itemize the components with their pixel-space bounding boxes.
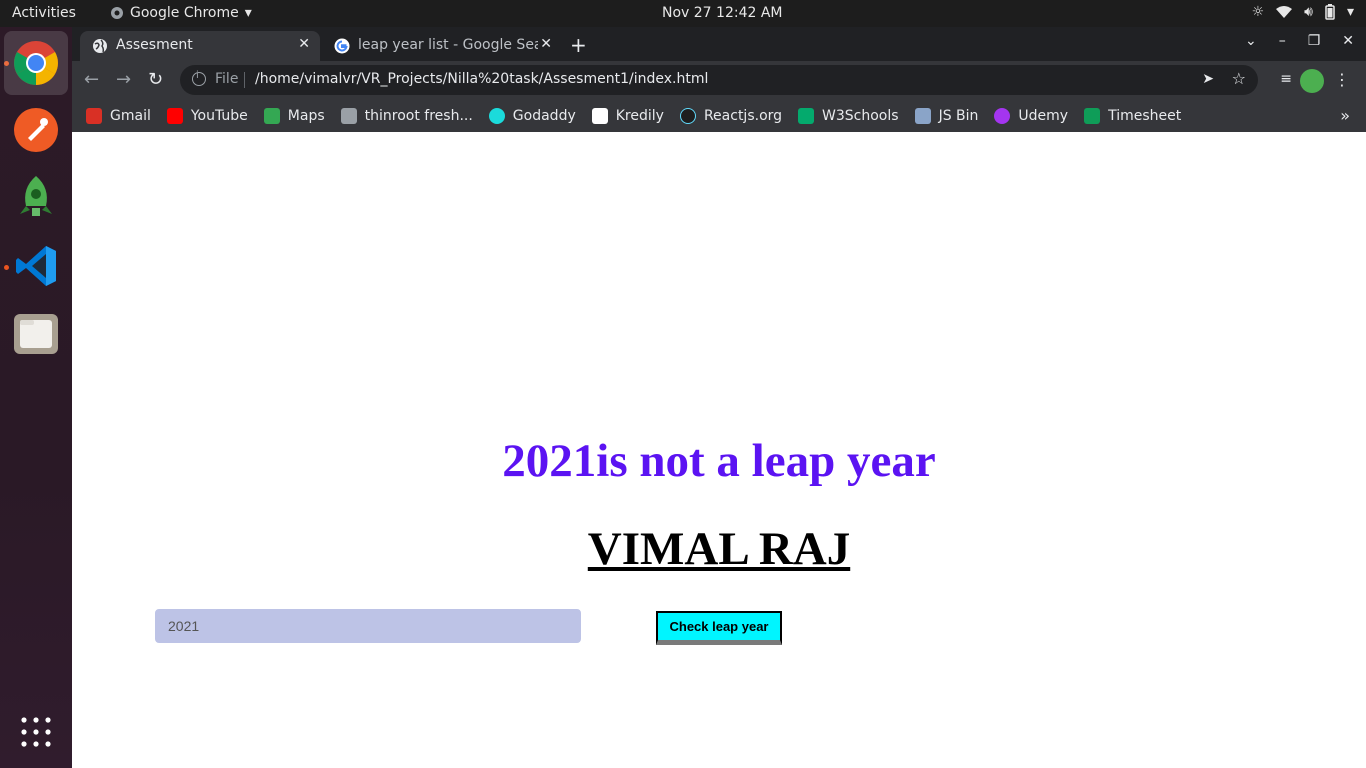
chrome-icon (14, 41, 58, 85)
activities-button[interactable]: Activities (12, 5, 76, 21)
dock-rocket-app[interactable] (4, 165, 68, 229)
browser-toolbar: ← → ↻ File /home/vimalvr/VR_Projects/Nil… (72, 61, 1366, 99)
reload-icon[interactable]: ↻ (148, 69, 163, 90)
globe-icon (93, 39, 107, 53)
system-top-bar: Activities Google Chrome ▾ Nov 27 12:42 … (0, 0, 1366, 27)
gmail-icon (86, 107, 102, 124)
power-menu-caret-icon: ▾ (1346, 4, 1354, 20)
chrome-small-icon (111, 7, 123, 19)
tab-search-chevron-icon[interactable]: ⌄ (1245, 33, 1257, 49)
bookmarks-bar: Gmail YouTube Maps thinroot fresh... God… (72, 99, 1366, 132)
bookmark-godaddy[interactable]: Godaddy (488, 107, 576, 124)
react-icon (679, 107, 696, 124)
bookmark-gmail[interactable]: Gmail (86, 107, 151, 124)
postman-icon (14, 108, 58, 152)
url-text[interactable]: /home/vimalvr/VR_Projects/Nilla%20task/A… (255, 71, 708, 87)
tab-title: leap year list - Google Search (358, 37, 538, 53)
url-scheme: File (215, 71, 239, 87)
volume-icon: 🔊︎ (1304, 4, 1313, 20)
profile-avatar[interactable] (1300, 69, 1324, 93)
dock-chrome[interactable] (4, 31, 68, 95)
dock-files[interactable] (4, 302, 68, 366)
close-tab-icon[interactable]: ✕ (298, 36, 310, 52)
dock-postman[interactable] (4, 98, 68, 162)
page-viewport: 2021is not a leap year VIMAL RAJ Check l… (72, 132, 1366, 768)
bookmark-maps[interactable]: Maps (263, 107, 325, 124)
w3schools-icon (798, 107, 815, 124)
brightness-icon: ☼ (1251, 4, 1265, 20)
divider (244, 72, 245, 88)
bookmark-youtube[interactable]: YouTube (166, 107, 248, 124)
tab-google-search[interactable]: leap year list - Google Search ✕ (322, 31, 562, 61)
more-bookmarks-icon[interactable]: » (1340, 106, 1350, 125)
kredily-icon (591, 107, 608, 124)
bookmark-udemy[interactable]: Udemy (994, 107, 1068, 124)
jsbin-icon (914, 107, 931, 124)
kebab-menu-icon[interactable]: ⋮ (1334, 70, 1350, 89)
tab-assesment[interactable]: Assesment ✕ (80, 31, 320, 61)
info-icon[interactable] (192, 70, 206, 86)
folder-icon (14, 314, 58, 354)
bookmark-reactjs[interactable]: Reactjs.org (679, 107, 782, 124)
tab-strip: Assesment ✕ leap year list - Google Sear… (72, 27, 1366, 61)
send-tab-icon[interactable]: ➤ (1202, 71, 1214, 87)
battery-icon (1325, 4, 1335, 20)
author-heading: VIMAL RAJ (587, 523, 851, 575)
bookmark-kredily[interactable]: Kredily (591, 107, 664, 124)
vscode-icon (16, 246, 56, 286)
forward-arrow-icon[interactable]: → (116, 69, 131, 90)
youtube-icon (166, 107, 183, 124)
tab-title: Assesment (116, 37, 193, 53)
bookmark-thinroot[interactable]: thinroot fresh... (340, 107, 473, 124)
bookmark-w3schools[interactable]: W3Schools (798, 107, 899, 124)
bookmark-timesheet[interactable]: Timesheet (1084, 107, 1181, 124)
udemy-icon (994, 107, 1011, 124)
new-tab-plus-icon[interactable]: + (570, 33, 587, 57)
minimize-icon[interactable]: – (1279, 33, 1286, 49)
clock[interactable]: Nov 27 12:42 AM (662, 5, 783, 21)
timesheet-icon (1084, 107, 1101, 124)
restore-icon[interactable]: ❐ (1308, 33, 1321, 49)
close-window-icon[interactable]: ✕ (1342, 33, 1354, 49)
app-grid-icon (21, 717, 51, 747)
leap-year-result: 2021is not a leap year (502, 435, 936, 487)
maps-icon (263, 107, 280, 124)
dock (0, 27, 72, 768)
media-control-icon[interactable]: ≡ (1280, 71, 1292, 87)
year-input[interactable] (155, 609, 581, 643)
back-arrow-icon[interactable]: ← (84, 69, 99, 90)
app-menu-label: Google Chrome (130, 5, 239, 21)
dock-vscode[interactable] (4, 234, 68, 298)
wifi-icon (1276, 6, 1293, 18)
close-tab-icon[interactable]: ✕ (540, 36, 552, 52)
caret-down-icon: ▾ (244, 5, 252, 21)
check-leap-year-button[interactable]: Check leap year (656, 611, 782, 645)
bookmark-star-icon[interactable]: ☆ (1232, 69, 1246, 88)
app-menu[interactable]: Google Chrome ▾ (110, 5, 252, 21)
godaddy-icon (488, 107, 505, 124)
google-icon (334, 38, 350, 54)
bookmark-jsbin[interactable]: JS Bin (914, 107, 978, 124)
rocket-icon (20, 176, 52, 216)
system-tray[interactable]: ☼ 🔊︎ ▾ (1252, 4, 1354, 20)
show-applications-button[interactable] (4, 700, 68, 764)
folder-icon (340, 107, 357, 124)
window-controls: ⌄ – ❐ ✕ (1245, 33, 1354, 49)
address-bar[interactable]: File /home/vimalvr/VR_Projects/Nilla%20t… (180, 65, 1258, 95)
